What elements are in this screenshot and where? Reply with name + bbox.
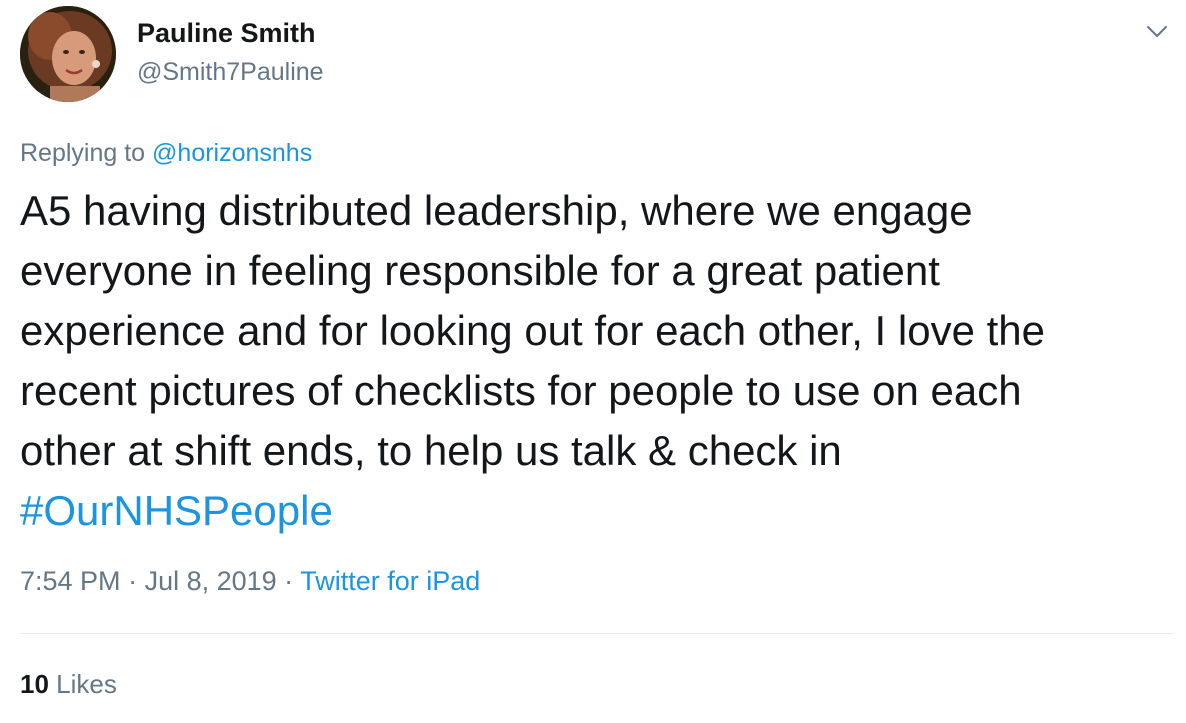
- tweet-time[interactable]: 7:54 PM: [20, 566, 121, 596]
- divider: [20, 633, 1173, 634]
- tweet-date[interactable]: Jul 8, 2019: [145, 566, 277, 596]
- replying-to: Replying to @horizonsnhs: [20, 139, 312, 168]
- likes-count: 10: [20, 669, 49, 699]
- replying-to-label: Replying to: [20, 139, 146, 167]
- author-display-name[interactable]: Pauline Smith: [137, 18, 316, 49]
- tweet-meta: 7:54 PM · Jul 8, 2019 · Twitter for iPad: [20, 566, 480, 597]
- meta-separator: ·: [120, 566, 145, 596]
- likes-stat[interactable]: 10 Likes: [20, 669, 117, 700]
- tweet-card: Pauline Smith @Smith7Pauline Replying to…: [0, 0, 1186, 723]
- tweet-source-link[interactable]: Twitter for iPad: [300, 566, 480, 596]
- chevron-down-icon[interactable]: [1142, 16, 1172, 46]
- tweet-text: A5 having distributed leadership, where …: [20, 187, 1046, 474]
- meta-separator: ·: [276, 566, 301, 596]
- hashtag-link[interactable]: #OurNHSPeople: [20, 481, 333, 541]
- author-handle[interactable]: @Smith7Pauline: [137, 58, 324, 87]
- avatar[interactable]: [20, 6, 116, 102]
- avatar-photo: [20, 6, 116, 102]
- likes-label: Likes: [56, 669, 117, 699]
- replying-to-link[interactable]: @horizonsnhs: [152, 139, 312, 167]
